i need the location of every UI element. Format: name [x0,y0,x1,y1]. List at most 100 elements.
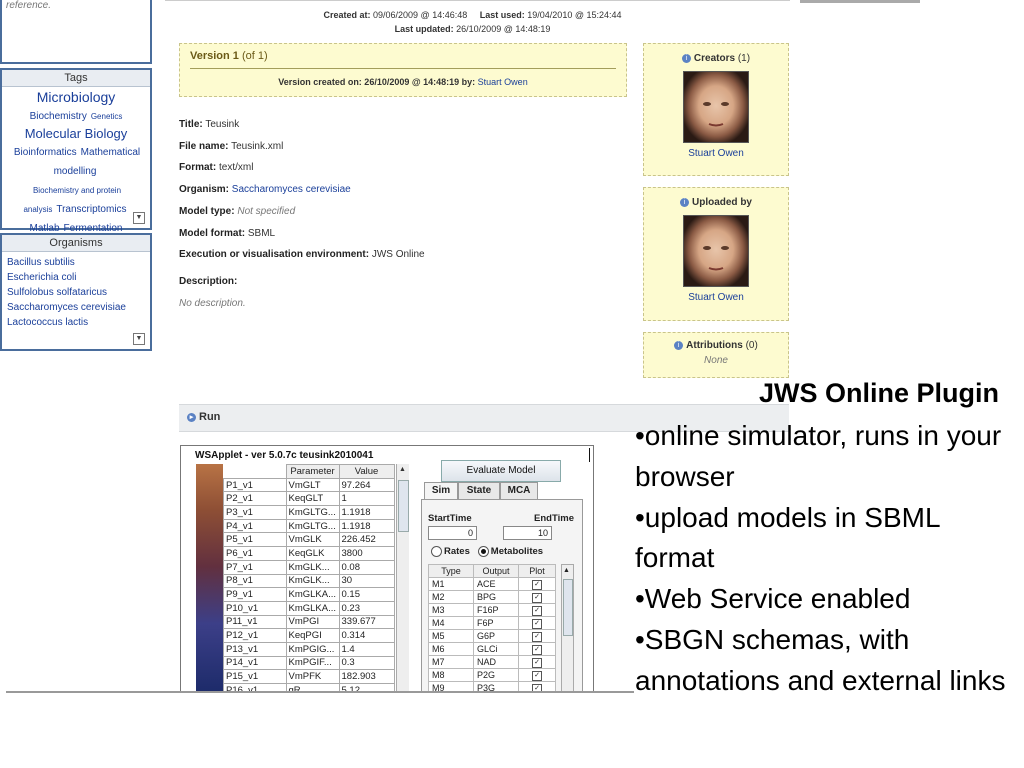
end-time-input[interactable]: 10 [503,526,552,540]
scroll-up-icon[interactable]: ▲ [399,466,406,473]
organism-item[interactable]: Bacillus subtilis [7,255,145,270]
parameter-row[interactable]: P3_v1 KmGLTG... 1.1918 [223,505,395,520]
plot-checkbox[interactable]: ✓ [532,631,542,642]
uploader-avatar[interactable] [683,215,749,287]
organisms-expand-icon[interactable]: ▼ [133,333,145,345]
parameter-row[interactable]: P5_v1 VmGLK 226.452 [223,532,395,548]
tab-state[interactable]: State [458,482,500,500]
reference-box: reference. [0,0,152,64]
plot-checkbox[interactable]: ✓ [532,605,542,616]
field-file-name: File name: Teusink.xml [179,140,284,152]
parameter-value-cell[interactable]: 1.1918 [338,518,395,534]
metabolite-scrollbar[interactable]: ▲ [561,564,574,692]
tag-molecular-biology[interactable]: Molecular Biology [25,126,128,141]
plot-checkbox[interactable]: ✓ [532,670,542,681]
tag-bioinformatics[interactable]: Bioinformatics [14,147,77,158]
parameter-row[interactable]: P2_v1 KeqGLT 1 [223,491,395,507]
metabolite-type-cell: M7 [428,654,474,669]
tag-genetics[interactable]: Genetics [91,112,123,121]
parameter-row[interactable]: P12_v1 KeqPGI 0.314 [223,628,395,643]
uploaded-box: i Uploaded by Stuart Owen [643,187,789,321]
attributions-box: i Attributions (0) None [643,332,789,378]
run-icon: ▸ [187,412,196,422]
rates-radio[interactable] [431,546,442,557]
organism-item[interactable]: Escherichia coli [7,270,145,285]
plot-checkbox[interactable]: ✓ [532,618,542,629]
metabolites-radio[interactable] [477,546,489,557]
parameter-value-cell[interactable]: 182.903 [338,669,395,684]
evaluate-model-button[interactable]: Evaluate Model [441,460,561,482]
parameter-row[interactable]: P13_v1 KmPGIG... 1.4 [223,641,395,657]
applet-title-cursor [589,448,590,462]
parameter-row[interactable]: P11_v1 VmPGI 339.677 [223,614,395,630]
updated-meta: Last updated: 26/10/2009 @ 14:48:19 [394,24,551,34]
parameter-value-cell[interactable]: 0.23 [338,600,395,616]
metabolite-row[interactable]: M2 BPG ✓ [428,589,556,604]
parameter-value-cell[interactable]: 0.314 [338,628,395,643]
uploader-name-link[interactable]: Stuart Owen [644,292,788,303]
field-organism: Organism: Saccharomyces cerevisiae [179,184,351,196]
metabolite-row[interactable]: M6 GLCi ✓ [428,641,556,656]
slide-bullet: •Web Service enabled [635,583,911,615]
metabolite-table[interactable]: Type Output Plot M1 ACE ✓ M2 BPG ✓ M3 F16P ✓ M4 F6P ✓… [428,564,556,692]
metabolite-row[interactable]: M4 F6P ✓ [428,615,556,630]
parameter-scrollbar[interactable]: ▲ [396,464,409,692]
scroll-up-icon[interactable]: ▲ [563,567,570,574]
metabolite-row[interactable]: M3 F16P ✓ [428,602,556,617]
parameter-table[interactable]: Parameter Value P1_v1 VmGLT 97.264 P2_v1 KeqG… [223,464,395,692]
plot-checkbox[interactable]: ✓ [532,579,542,590]
metabolite-row[interactable]: M7 NAD ✓ [428,654,556,669]
tag-microbiology[interactable]: Microbiology [37,89,116,105]
parameter-value-cell[interactable]: 97.264 [338,477,395,493]
parameter-name-cell: KeqPGI [285,628,340,643]
parameter-name-cell: KmGLTG... [285,505,340,520]
parameter-row[interactable]: P15_v1 VmPFK 182.903 [223,669,395,684]
metabolite-row[interactable]: M1 ACE ✓ [428,576,556,591]
tags-box: Tags Microbiology Biochemistry Genetics M… [0,68,152,234]
tag-biochemistry[interactable]: Biochemistry [30,111,87,122]
plot-checkbox[interactable]: ✓ [532,592,542,603]
parameter-value-cell[interactable]: 1 [338,491,395,507]
parameter-value-cell[interactable]: 0.3 [338,655,395,671]
organism-item[interactable]: Lactococcus lactis [7,315,145,330]
parameter-row[interactable]: P7_v1 KmGLK... 0.08 [223,559,395,575]
parameter-id-cell: P2_v1 [223,491,287,507]
parameter-value-cell[interactable]: 1.1918 [338,505,395,520]
parameter-value-cell[interactable]: 339.677 [338,614,395,630]
creator-avatar[interactable] [683,71,749,143]
tab-sim[interactable]: Sim [424,482,458,500]
tags-expand-icon[interactable]: ▼ [133,212,145,224]
parameter-value-cell[interactable]: 3800 [338,546,395,561]
parameter-row[interactable]: P10_v1 KmGLKA... 0.23 [223,600,395,616]
creators-title: i Creators (1) [644,53,788,64]
metabolite-row[interactable]: M5 G6P ✓ [428,628,556,643]
tag-transcriptomics[interactable]: Transcriptomics [56,204,126,215]
organism-item[interactable]: Saccharomyces cerevisiae [7,300,145,315]
slide-bullet: •online simulator, runs in your browser [635,420,1002,492]
creator-name-link[interactable]: Stuart Owen [644,148,788,159]
organism-item[interactable]: Sulfolobus solfataricus [7,285,145,300]
parameter-row[interactable]: P6_v1 KeqGLK 3800 [223,546,395,561]
parameter-row[interactable]: P1_v1 VmGLT 97.264 [223,477,395,493]
parameter-row[interactable]: P4_v1 KmGLTG... 1.1918 [223,518,395,534]
plot-checkbox[interactable]: ✓ [532,657,542,668]
parameter-value-cell[interactable]: 1.4 [338,641,395,657]
tags-title: Tags [2,70,150,87]
organism-link[interactable]: Saccharomyces cerevisiae [232,184,351,195]
tab-mca[interactable]: MCA [500,482,538,500]
parameter-id-cell: P1_v1 [223,477,287,493]
parameter-name-cell: VmGLK [285,532,340,548]
parameter-row[interactable]: P14_v1 KmPGIF... 0.3 [223,655,395,671]
parameter-value-cell[interactable]: 0.08 [338,559,395,575]
start-time-input[interactable]: 0 [428,526,477,540]
parameter-row[interactable]: P8_v1 KmGLK... 30 [223,573,395,589]
ws-applet[interactable]: WSApplet - ver 5.0.7c teusink2010041 Par… [180,445,594,693]
plot-checkbox[interactable]: ✓ [532,644,542,655]
parameter-row[interactable]: P9_v1 KmGLKA... 0.15 [223,587,395,602]
field-model-format: Model format: SBML [179,227,276,239]
parameter-value-cell[interactable]: 0.15 [338,587,395,602]
parameter-value-cell[interactable]: 226.452 [338,532,395,548]
version-author-link[interactable]: Stuart Owen [478,77,528,87]
metabolite-row[interactable]: M8 P2G ✓ [428,667,556,682]
parameter-value-cell[interactable]: 30 [338,573,395,589]
